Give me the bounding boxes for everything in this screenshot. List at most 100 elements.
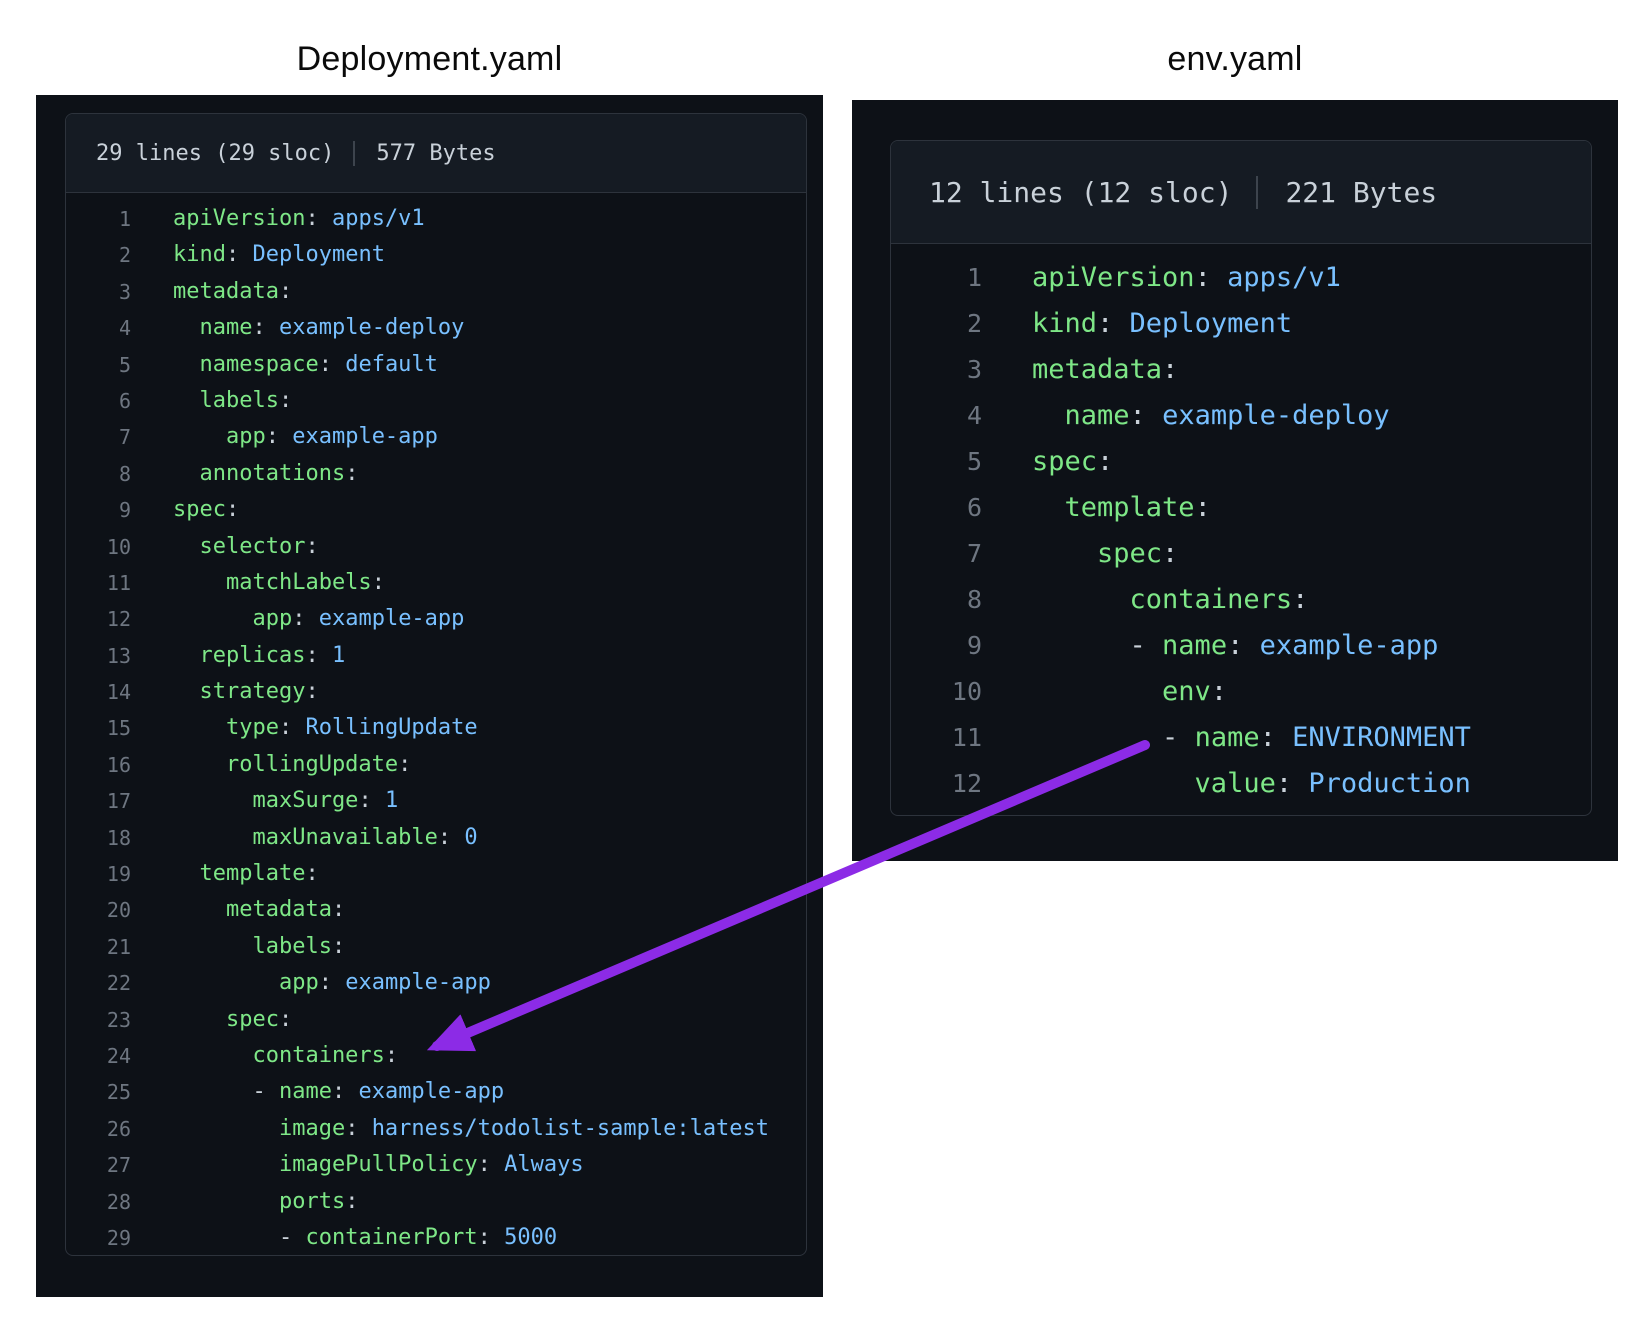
line-number[interactable]: 8	[66, 456, 131, 492]
code-text: containers:	[982, 577, 1591, 623]
line-number[interactable]: 9	[66, 492, 131, 528]
code-line: 1apiVersion: apps/v1	[66, 201, 806, 237]
env-file-size: 221 Bytes	[1256, 176, 1437, 209]
code-line: 21 labels:	[66, 929, 806, 965]
code-line: 8 containers:	[891, 577, 1591, 623]
code-text: app: example-app	[131, 965, 806, 1001]
env-panel: 12 lines (12 sloc) 221 Bytes 1apiVersion…	[852, 100, 1618, 861]
code-line: 20 metadata:	[66, 892, 806, 928]
line-number[interactable]: 24	[66, 1038, 131, 1074]
line-number[interactable]: 13	[66, 638, 131, 674]
code-text: maxSurge: 1	[131, 783, 806, 819]
code-line: 2kind: Deployment	[66, 237, 806, 273]
line-number[interactable]: 21	[66, 929, 131, 965]
code-line: 19 template:	[66, 856, 806, 892]
code-text: spec:	[982, 439, 1591, 485]
line-number[interactable]: 2	[66, 237, 131, 273]
code-text: apiVersion: apps/v1	[131, 201, 806, 237]
code-line: 26 image: harness/todolist-sample:latest	[66, 1111, 806, 1147]
line-number[interactable]: 14	[66, 674, 131, 710]
env-file-stats-header: 12 lines (12 sloc) 221 Bytes	[891, 141, 1591, 244]
line-number[interactable]: 10	[66, 529, 131, 565]
deployment-line-count: 29 lines (29 sloc)	[96, 141, 334, 166]
env-file-blob: 12 lines (12 sloc) 221 Bytes 1apiVersion…	[890, 140, 1592, 816]
deployment-file-size: 577 Bytes	[353, 141, 495, 166]
code-line: 9 - name: example-app	[891, 623, 1591, 669]
line-number[interactable]: 3	[66, 274, 131, 310]
code-line: 9spec:	[66, 492, 806, 528]
code-text: spec:	[982, 531, 1591, 577]
deployment-panel: 29 lines (29 sloc) 577 Bytes 1apiVersion…	[36, 95, 823, 1297]
code-line: 16 rollingUpdate:	[66, 747, 806, 783]
code-line: 2kind: Deployment	[891, 301, 1591, 347]
line-number[interactable]: 23	[66, 1002, 131, 1038]
deployment-file-stats-header: 29 lines (29 sloc) 577 Bytes	[66, 114, 806, 193]
code-text: selector:	[131, 529, 806, 565]
code-line: 11 matchLabels:	[66, 565, 806, 601]
line-number[interactable]: 8	[891, 577, 982, 623]
code-line: 15 type: RollingUpdate	[66, 710, 806, 746]
line-number[interactable]: 20	[66, 892, 131, 928]
line-number[interactable]: 16	[66, 747, 131, 783]
line-number[interactable]: 15	[66, 710, 131, 746]
code-line: 7 spec:	[891, 531, 1591, 577]
line-number[interactable]: 17	[66, 783, 131, 819]
line-number[interactable]: 12	[66, 601, 131, 637]
line-number[interactable]: 26	[66, 1111, 131, 1147]
code-line: 12 app: example-app	[66, 601, 806, 637]
code-text: env:	[982, 669, 1591, 715]
code-text: name: example-deploy	[131, 310, 806, 346]
line-number[interactable]: 11	[66, 565, 131, 601]
line-number[interactable]: 11	[891, 715, 982, 761]
env-file-title: env.yaml	[852, 40, 1618, 79]
line-number[interactable]: 3	[891, 347, 982, 393]
code-text: image: harness/todolist-sample:latest	[131, 1111, 806, 1147]
code-line: 8 annotations:	[66, 456, 806, 492]
line-number[interactable]: 7	[66, 419, 131, 455]
env-line-count: 12 lines (12 sloc)	[929, 176, 1232, 209]
code-text: - name: example-app	[131, 1074, 806, 1110]
code-text: type: RollingUpdate	[131, 710, 806, 746]
line-number[interactable]: 7	[891, 531, 982, 577]
line-number[interactable]: 25	[66, 1074, 131, 1110]
code-line: 10 env:	[891, 669, 1591, 715]
code-text: rollingUpdate:	[131, 747, 806, 783]
line-number[interactable]: 4	[891, 393, 982, 439]
code-line: 6 template:	[891, 485, 1591, 531]
line-number[interactable]: 29	[66, 1220, 131, 1256]
code-line: 5 namespace: default	[66, 347, 806, 383]
code-line: 1apiVersion: apps/v1	[891, 255, 1591, 301]
line-number[interactable]: 28	[66, 1184, 131, 1220]
line-number[interactable]: 4	[66, 310, 131, 346]
code-line: 7 app: example-app	[66, 419, 806, 455]
code-text: app: example-app	[131, 419, 806, 455]
code-text: containers:	[131, 1038, 806, 1074]
line-number[interactable]: 10	[891, 669, 982, 715]
line-number[interactable]: 18	[66, 820, 131, 856]
line-number[interactable]: 27	[66, 1147, 131, 1183]
code-text: namespace: default	[131, 347, 806, 383]
line-number[interactable]: 5	[66, 347, 131, 383]
line-number[interactable]: 5	[891, 439, 982, 485]
code-text: annotations:	[131, 456, 806, 492]
line-number[interactable]: 12	[891, 761, 982, 807]
line-number[interactable]: 22	[66, 965, 131, 1001]
line-number[interactable]: 6	[891, 485, 982, 531]
code-line: 28 ports:	[66, 1184, 806, 1220]
code-line: 5spec:	[891, 439, 1591, 485]
line-number[interactable]: 1	[66, 201, 131, 237]
line-number[interactable]: 6	[66, 383, 131, 419]
line-number[interactable]: 1	[891, 255, 982, 301]
code-text: - containerPort: 5000	[131, 1220, 806, 1256]
code-line: 22 app: example-app	[66, 965, 806, 1001]
code-text: labels:	[131, 929, 806, 965]
code-line: 14 strategy:	[66, 674, 806, 710]
line-number[interactable]: 19	[66, 856, 131, 892]
code-text: labels:	[131, 383, 806, 419]
line-number[interactable]: 2	[891, 301, 982, 347]
line-number[interactable]: 9	[891, 623, 982, 669]
code-line: 13 replicas: 1	[66, 638, 806, 674]
code-line: 18 maxUnavailable: 0	[66, 820, 806, 856]
code-text: app: example-app	[131, 601, 806, 637]
code-text: value: Production	[982, 761, 1591, 807]
